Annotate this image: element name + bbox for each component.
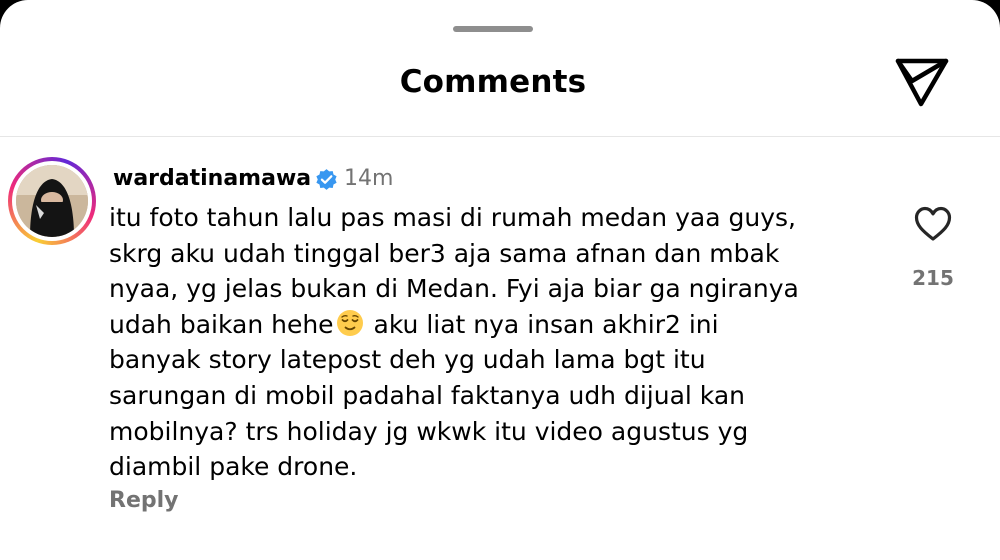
heart-icon[interactable] [913,205,953,243]
comment-line: sarungan di mobil padahal faktanya udh d… [109,380,745,410]
comment-timestamp: 14m [344,166,394,191]
drag-handle[interactable] [453,26,533,32]
reply-button[interactable]: Reply [109,488,179,513]
comment-line: itu foto tahun lalu pas masi di rumah me… [109,203,796,232]
comment-line-part: udah baikan hehe [109,309,334,339]
verified-badge-icon [316,169,337,190]
avatar [16,165,88,237]
page-title: Comments [399,64,587,100]
header-divider [0,136,1000,137]
username[interactable]: wardatinamawa [113,166,311,191]
avatar-ring-gap [12,161,92,241]
comment-line: banyak story latepost deh yg udah lama b… [109,345,706,375]
comment-line: udah baikan hehe aku liat nya insan akhi… [109,307,899,343]
comment-line: skrg aku udah tinggal ber3 aja sama afna… [109,238,780,268]
comment-line-part: aku liat nya insan akhir2 ini [365,309,719,339]
relieved-face-emoji [336,309,363,336]
avatar-story-ring[interactable] [8,157,96,245]
like-count: 215 [912,266,954,290]
avatar-image [16,165,88,237]
comment-line: mobilnya? trs holiday jg wkwk itu video … [109,416,749,446]
comment-text: itu foto tahun lalu pas masi di rumah me… [109,200,899,485]
send-icon[interactable] [890,54,952,110]
comment-line: nyaa, yg jelas bukan di Medan. Fyi aja b… [109,274,799,304]
comment-line: diambil pake drone. [109,452,358,482]
comments-sheet: Comments wardatinamawa 14m itu foto tahu… [0,0,1000,560]
